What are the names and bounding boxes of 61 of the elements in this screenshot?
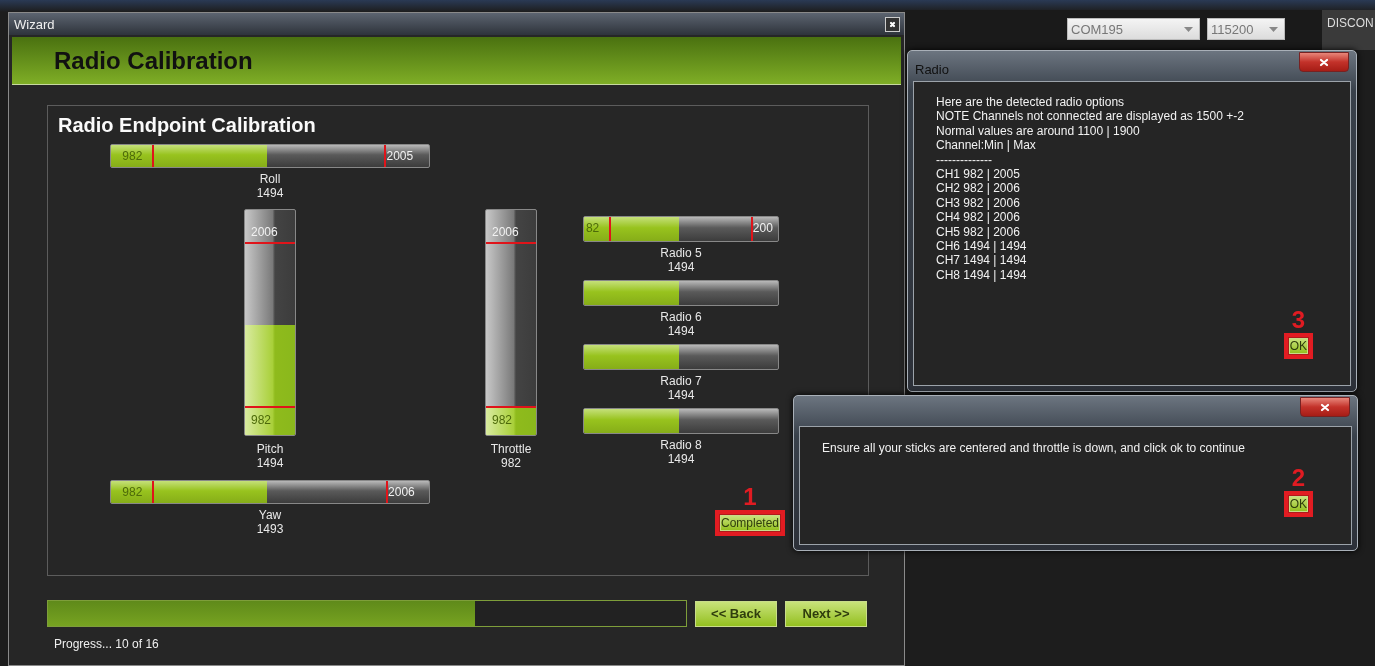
channel-value: 1494 <box>667 324 695 338</box>
limit-value: 82 <box>585 221 600 235</box>
close-button[interactable] <box>1300 397 1350 417</box>
limit-value: 2006 <box>388 485 415 499</box>
close-button[interactable] <box>1299 52 1349 72</box>
completed-button[interactable]: Completed <box>719 515 780 531</box>
channel-name: Throttle <box>490 442 532 456</box>
limit-value: 982 <box>122 149 143 163</box>
dropdown-field[interactable]: 115200 <box>1207 18 1285 40</box>
limit-value: 982 <box>251 413 272 427</box>
dialog-text-line: CH1 982 | 2005 <box>936 167 1021 182</box>
dialog-text-line: CH5 982 | 2006 <box>936 224 1021 240</box>
dropdown-field[interactable]: COM195 <box>1067 18 1200 40</box>
dialog-text-line: Normal values are around 1100 | 1900 <box>936 123 1141 139</box>
channel-value: 1494 <box>256 456 284 470</box>
channel-name: Radio 5 <box>660 246 702 260</box>
dialog-text-line: CH8 1494 | 1494 <box>936 267 1028 283</box>
channel-value: 1494 <box>667 388 695 402</box>
page-heading: Radio Calibration <box>54 46 253 75</box>
channel-value: 1493 <box>256 522 284 536</box>
channel-value: 1494 <box>256 186 284 200</box>
dialog-message: Ensure all your sticks are centered and throttle is down, and click ok to continue <box>821 440 1246 455</box>
annotation-number: 2 <box>1291 467 1305 489</box>
window-title: Radio <box>915 61 949 77</box>
dialog-text-line: CH3 982 | 2006 <box>936 195 1021 211</box>
dialog-text-line: CH2 982 | 2006 <box>936 181 1021 196</box>
limit-value: 200 <box>752 221 773 235</box>
limit-value: 2005 <box>386 149 414 163</box>
dialog-text-line: Here are the detected radio options <box>936 95 1126 110</box>
annotation-number: 1 <box>743 486 757 508</box>
close-icon <box>889 20 896 28</box>
window-title: Wizard <box>14 16 55 32</box>
caret-icon <box>1184 26 1193 32</box>
dialog-text-line: Channel:Min | Max <box>936 138 1037 153</box>
channel-value: 1494 <box>667 260 695 274</box>
dialog-text-line: NOTE Channels not connected are displayed as 1500 +-2 <box>936 109 1245 124</box>
dialog-text-line: CH6 1494 | 1494 <box>936 239 1028 254</box>
annotation-number: 3 <box>1291 309 1305 331</box>
channel-value: 1494 <box>667 452 695 466</box>
ok-button[interactable]: OK <box>1288 496 1308 512</box>
caret-icon <box>1269 26 1278 32</box>
channel-name: Radio 8 <box>660 438 702 452</box>
close-icon <box>1319 57 1329 67</box>
channel-value: 982 <box>501 456 521 470</box>
panel-title: Radio Endpoint Calibration <box>58 114 316 136</box>
channel-name: Yaw <box>258 508 282 522</box>
next-button[interactable]: Next >> <box>785 600 867 627</box>
channel-name: Pitch <box>256 442 284 456</box>
limit-value: 982 <box>492 413 513 427</box>
dialog-text-line: -------------- <box>936 152 993 168</box>
close-icon <box>1320 402 1330 412</box>
dialog-text-line: CH7 1494 | 1494 <box>936 253 1028 268</box>
progress-label: Progress... 10 of 16 <box>54 637 160 651</box>
channel-name: Radio 6 <box>660 310 702 324</box>
dialog-text-line: CH4 982 | 2006 <box>936 210 1021 225</box>
channel-name: Roll <box>259 172 281 186</box>
back-button[interactable]: << Back <box>695 600 777 627</box>
connect-tab[interactable]: DISCON <box>1322 10 1375 50</box>
ok-button[interactable]: OK <box>1288 338 1308 354</box>
channel-name: Radio 7 <box>660 374 702 388</box>
limit-value: 982 <box>122 485 143 499</box>
